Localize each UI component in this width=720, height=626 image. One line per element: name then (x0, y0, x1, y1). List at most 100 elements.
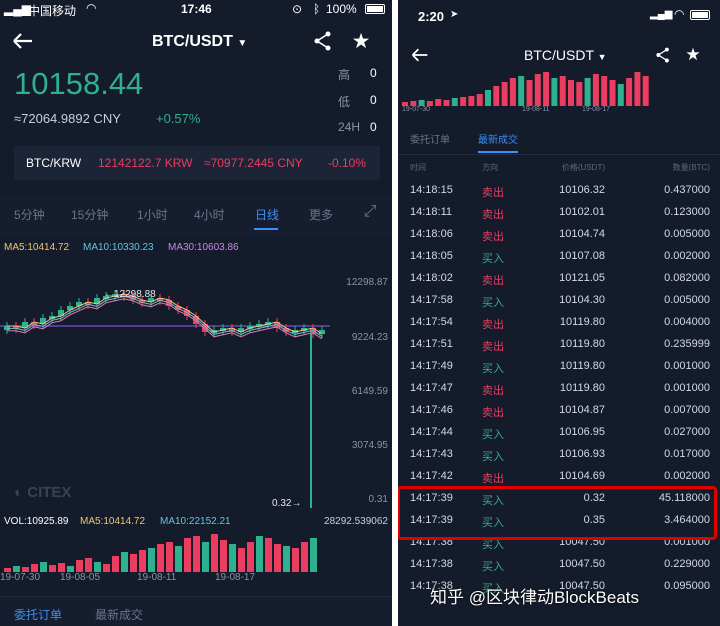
trade-row: 14:18:06 卖出 10104.74 0.005000 (398, 224, 720, 246)
pair-title[interactable]: BTC/USDT ▼ (152, 33, 247, 51)
right-screenshot: 2:20 ➤ ▂▄▆ ◠ BTC/USDT ▼ ★ 19-07-30 19-08… (398, 0, 720, 626)
krw-quote-bar[interactable]: BTC/KRW 12142122.7 KRW ≈70977.2445 CNY -… (14, 146, 380, 180)
trade-amount: 0.027000 (664, 426, 710, 438)
tab-open-orders-right[interactable]: 委托订单 (410, 131, 450, 146)
share-icon[interactable] (312, 30, 334, 52)
tab-1hour[interactable]: 1小时 (137, 206, 168, 223)
volume-bar (76, 560, 83, 572)
mini-volume-bar (543, 72, 550, 106)
stat-24h-value: 0 (370, 120, 377, 134)
vol-legend: VOL:10925.89 (4, 516, 69, 527)
star-icon-right[interactable]: ★ (683, 45, 703, 65)
volume-bar (157, 544, 164, 572)
volume-bar (292, 548, 299, 572)
trade-direction: 卖出 (482, 385, 504, 397)
trade-row: 14:17:42 卖出 10104.69 0.002000 (398, 466, 720, 488)
trade-time: 14:17:42 (410, 470, 453, 482)
mini-volume-bar (609, 80, 616, 106)
trade-price: 10104.87 (559, 404, 605, 416)
volume-bar (85, 558, 92, 572)
mini-date-1: 19-07-30 (402, 106, 431, 113)
price-cny: ≈72064.9892 CNY (14, 111, 121, 126)
tab-more[interactable]: 更多 (309, 206, 333, 223)
trade-price: 10119.80 (559, 316, 605, 328)
trade-price: 10106.95 (559, 426, 605, 438)
mini-volume-bar (634, 72, 641, 106)
tab-latest-trades-right[interactable]: 最新成交 (478, 131, 518, 146)
volume-bar (148, 548, 155, 572)
tab-open-orders[interactable]: 委托订单 (14, 606, 62, 623)
back-arrow-icon[interactable] (8, 28, 38, 54)
trade-row: 14:17:44 买入 10106.95 0.027000 (398, 422, 720, 444)
highlight-box (398, 486, 717, 540)
stat-low-label: 低 (338, 95, 351, 109)
trade-amount: 0.123000 (664, 206, 710, 218)
pair-title-text: BTC/USDT (152, 33, 233, 50)
trade-time: 14:17:46 (410, 404, 453, 416)
volume-bar (40, 562, 47, 572)
trade-row: 14:17:54 卖出 10119.80 0.004000 (398, 312, 720, 334)
mini-volume-bar (493, 86, 500, 106)
trade-amount: 0.001000 (664, 360, 710, 372)
trade-direction: 买入 (482, 297, 504, 309)
trade-time: 14:18:06 (410, 228, 453, 240)
candlestick-chart[interactable] (0, 258, 392, 516)
trade-row: 14:18:15 卖出 10106.32 0.437000 (398, 180, 720, 202)
star-icon[interactable]: ★ (349, 29, 373, 53)
fullscreen-icon[interactable]: ⤢ (360, 202, 380, 222)
volume-bar (49, 565, 56, 572)
trade-direction: 卖出 (482, 319, 504, 331)
tab-5min[interactable]: 5分钟 (14, 206, 45, 223)
trade-amount: 0.095000 (664, 580, 710, 592)
mini-volume-bar (476, 94, 483, 106)
volume-bar (265, 538, 272, 572)
trade-row: 14:18:11 卖出 10102.01 0.123000 (398, 202, 720, 224)
trade-time: 14:17:47 (410, 382, 453, 394)
trade-price: 10047.50 (559, 558, 605, 570)
zhihu-watermark: 知乎 @区块律动BlockBeats (430, 588, 640, 607)
vol-max: 28292.539062 (324, 516, 388, 527)
tab-latest-trades[interactable]: 最新成交 (95, 606, 143, 623)
chevron-down-icon: ▼ (237, 38, 248, 49)
mini-volume-bar (617, 84, 624, 106)
mini-volume-bar (568, 80, 574, 106)
volume-bar (229, 544, 236, 572)
tab-4hour[interactable]: 4小时 (194, 206, 225, 223)
trade-row: 14:18:05 买入 10107.08 0.002000 (398, 246, 720, 268)
mini-volume-bar (443, 100, 450, 106)
krw-price: 12142122.7 KRW (98, 156, 193, 170)
tab-daily[interactable]: 日线 (255, 206, 279, 223)
trade-time: 14:18:11 (410, 206, 453, 218)
ma30-legend: MA30:10603.86 (168, 242, 239, 253)
trade-row: 14:17:58 买入 10104.30 0.005000 (398, 290, 720, 312)
share-icon-right[interactable] (654, 46, 672, 64)
mini-volume-bar (534, 74, 541, 106)
volume-bar (283, 546, 290, 572)
mini-volume-bar (551, 78, 558, 106)
trade-row: 14:18:02 卖出 10121.05 0.082000 (398, 268, 720, 290)
bottom-tabs: 委托订单 最新成交 (0, 596, 392, 626)
battery-icon (365, 4, 385, 14)
krw-pair: BTC/KRW (26, 156, 82, 170)
mini-volume-bar (509, 78, 516, 106)
mini-volume-bar (485, 90, 491, 106)
trade-direction: 卖出 (482, 231, 504, 243)
ma5-legend: MA5:10414.72 (4, 242, 70, 253)
trade-price: 10104.30 (559, 294, 605, 306)
mini-volume-bar (460, 97, 467, 106)
date-label-2: 19-08-05 (60, 572, 101, 583)
volume-chart[interactable] (0, 530, 392, 572)
back-arrow-icon-right[interactable] (406, 44, 434, 66)
trade-amount: 0.005000 (664, 228, 710, 240)
trade-direction: 卖出 (482, 209, 504, 221)
pair-title-right[interactable]: BTC/USDT ▼ (524, 47, 607, 63)
tab-15min[interactable]: 15分钟 (71, 206, 108, 223)
trade-direction: 买入 (482, 451, 504, 463)
trade-time: 14:17:58 (410, 294, 453, 306)
volume-bar (139, 550, 146, 572)
volume-bar (166, 542, 173, 572)
status-time-right: 2:20 (418, 9, 445, 24)
signal-icon-right: ▂▄▆ (650, 9, 673, 20)
signal-icon: ▂▄▆ (4, 2, 31, 16)
mini-volume-bar (601, 76, 608, 106)
